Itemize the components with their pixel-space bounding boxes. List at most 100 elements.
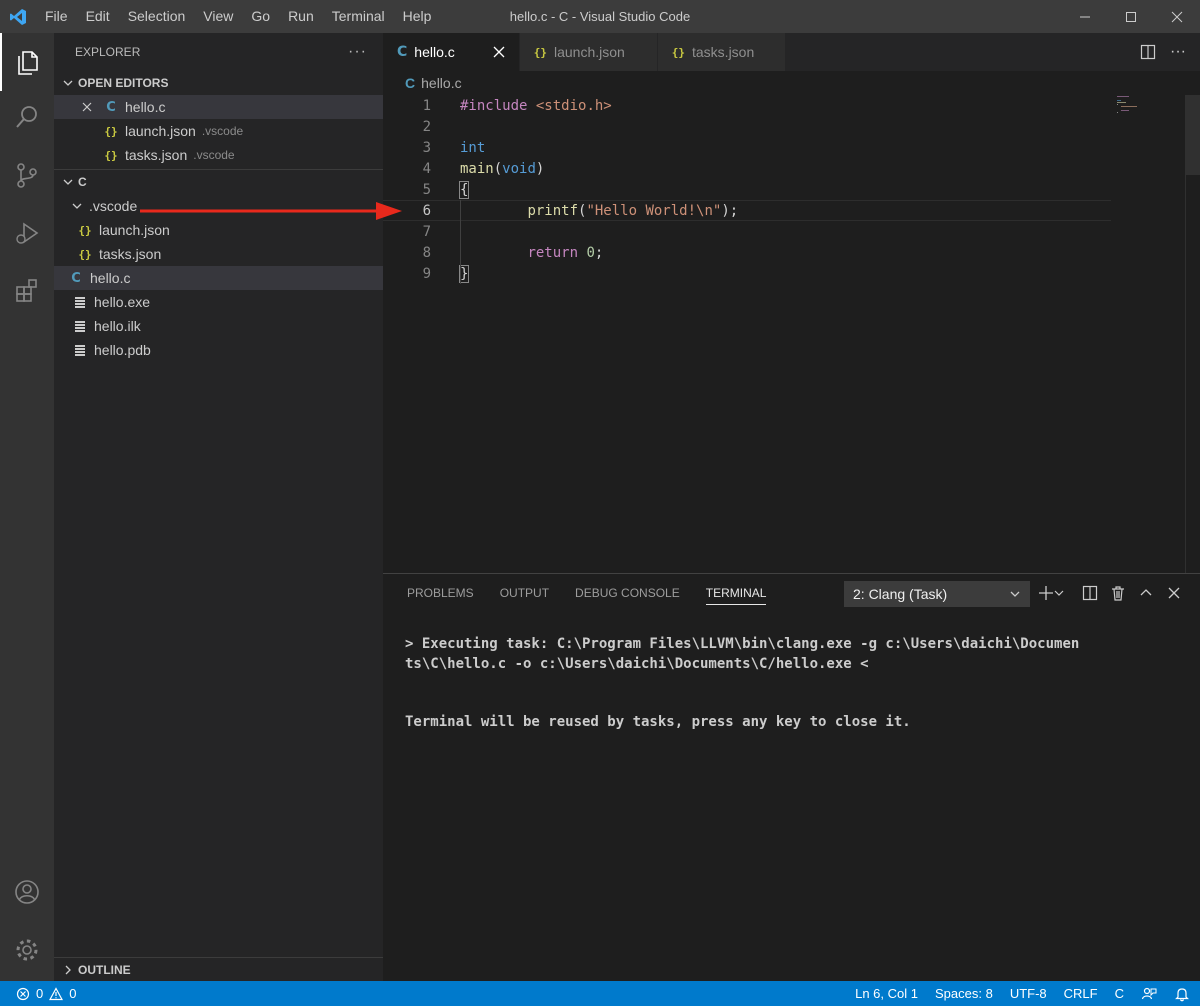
encoding[interactable]: UTF-8 — [1010, 986, 1047, 1001]
terminal-output[interactable]: > Executing task: C:\Program Files\LLVM\… — [405, 634, 1185, 732]
window-controls — [1062, 0, 1200, 33]
menu-go[interactable]: Go — [242, 0, 279, 33]
tree-item-name: hello.pdb — [94, 342, 151, 358]
code-token: ; — [594, 244, 604, 261]
terminal-select-dropdown[interactable]: 2: Clang (Task) — [844, 581, 1030, 607]
menu-help[interactable]: Help — [394, 0, 441, 33]
tab-terminal[interactable]: TERMINAL — [705, 574, 766, 612]
code-line: 8 return 0; — [383, 242, 1111, 263]
account-icon — [15, 880, 39, 904]
tree-file-hello-c[interactable]: C hello.c — [54, 266, 383, 290]
terminal-line: > Executing task: C:\Program Files\LLVM\… — [405, 636, 1080, 652]
code-text: main(void) — [460, 161, 544, 177]
code-editor[interactable]: 1 #include <stdio.h> 2 3 int 4 main(void… — [383, 95, 1200, 573]
indentation[interactable]: Spaces: 8 — [935, 986, 993, 1001]
close-icon[interactable] — [493, 46, 505, 58]
json-file-icon: {} — [78, 247, 92, 261]
json-file-icon: {} — [104, 124, 118, 138]
close-window-button[interactable] — [1154, 0, 1200, 33]
tree-file-hello-ilk[interactable]: hello.ilk — [54, 314, 383, 338]
status-bar: 0 0 Ln 6, Col 1 Spaces: 8 UTF-8 CRLF C — [0, 981, 1200, 1006]
language-mode[interactable]: C — [1115, 986, 1124, 1001]
problems-status[interactable]: 0 0 — [0, 986, 76, 1001]
notifications-icon[interactable] — [1174, 986, 1190, 1002]
chevron-down-icon — [72, 201, 84, 211]
tree-file-launch-json[interactable]: {} launch.json — [54, 218, 383, 242]
maximize-button[interactable] — [1108, 0, 1154, 33]
vscode-logo-icon — [0, 0, 36, 33]
gear-icon — [16, 939, 38, 961]
explorer-activity-button[interactable] — [0, 33, 54, 91]
code-line: 7 — [383, 221, 1111, 242]
code-text: return 0; — [460, 245, 603, 261]
tree-item-name: hello.ilk — [94, 318, 141, 334]
more-actions-icon[interactable]: ··· — [1170, 43, 1186, 61]
close-panel-button[interactable] — [1166, 585, 1182, 601]
open-editors-section-header[interactable]: OPEN EDITORS — [54, 71, 383, 95]
c-file-icon: C — [106, 99, 116, 115]
menu-file[interactable]: File — [36, 0, 77, 33]
line-number: 5 — [422, 181, 431, 198]
feedback-icon[interactable] — [1141, 986, 1157, 1002]
search-activity-button[interactable] — [0, 88, 54, 146]
menu-edit[interactable]: Edit — [77, 0, 119, 33]
tree-file-hello-exe[interactable]: hello.exe — [54, 290, 383, 314]
tab-output[interactable]: OUTPUT — [500, 574, 549, 612]
minimize-button[interactable] — [1062, 0, 1108, 33]
tab-hello-c[interactable]: C hello.c — [383, 33, 520, 71]
tab-launch-json[interactable]: {} launch.json — [519, 33, 658, 71]
breadcrumb-file[interactable]: hello.c — [421, 75, 461, 91]
kill-terminal-button[interactable] — [1110, 585, 1126, 601]
menu-terminal[interactable]: Terminal — [323, 0, 394, 33]
file-icon — [75, 320, 85, 332]
c-file-icon: C — [405, 75, 416, 91]
end-of-line[interactable]: CRLF — [1064, 986, 1098, 1001]
file-icon — [75, 344, 85, 356]
code-token: "Hello World!\n" — [586, 202, 722, 219]
chevron-down-icon — [1054, 590, 1064, 596]
tab-tasks-json[interactable]: {} tasks.json — [657, 33, 786, 71]
split-terminal-button[interactable] — [1082, 585, 1098, 601]
tree-file-tasks-json[interactable]: {} tasks.json — [54, 242, 383, 266]
menu-selection[interactable]: Selection — [119, 0, 195, 33]
run-debug-activity-button[interactable] — [0, 204, 54, 262]
new-terminal-button[interactable] — [1038, 585, 1064, 601]
open-editor-item-hello-c[interactable]: C hello.c — [54, 95, 383, 119]
outline-section-header[interactable]: OUTLINE — [54, 958, 383, 982]
open-editor-item-launch-json[interactable]: {} launch.json .vscode — [54, 119, 383, 143]
minimap[interactable] — [1117, 95, 1187, 115]
code-text: int — [460, 140, 485, 156]
open-editor-folder: .vscode — [201, 124, 244, 138]
chevron-down-icon — [60, 78, 76, 88]
explorer-sidebar: EXPLORER ··· OPEN EDITORS C hello.c {} l… — [54, 33, 383, 981]
code-token: ) — [535, 160, 545, 177]
split-editor-icon[interactable] — [1140, 44, 1156, 60]
folder-section-header[interactable]: C — [54, 170, 383, 194]
tab-problems[interactable]: PROBLEMS — [407, 574, 474, 612]
manage-activity-button[interactable] — [0, 921, 54, 979]
source-control-activity-button[interactable] — [0, 146, 54, 204]
extensions-activity-button[interactable] — [0, 262, 54, 320]
code-line: 2 — [383, 116, 1111, 137]
error-count: 0 — [36, 986, 44, 1001]
accounts-activity-button[interactable] — [0, 863, 54, 921]
open-editor-item-tasks-json[interactable]: {} tasks.json .vscode — [54, 143, 383, 167]
menu-view[interactable]: View — [194, 0, 242, 33]
cursor-position[interactable]: Ln 6, Col 1 — [855, 986, 918, 1001]
close-icon[interactable] — [81, 101, 97, 113]
menu-run[interactable]: Run — [279, 0, 323, 33]
explorer-header: EXPLORER ··· — [54, 33, 383, 71]
editor-scrollbar[interactable] — [1186, 95, 1200, 175]
tab-debug-console[interactable]: DEBUG CONSOLE — [575, 574, 680, 612]
maximize-panel-button[interactable] — [1138, 585, 1154, 601]
tree-file-hello-pdb[interactable]: hello.pdb — [54, 338, 383, 362]
title-bar: File Edit Selection View Go Run Terminal… — [0, 0, 1200, 33]
warning-icon — [49, 986, 64, 1000]
chevron-down-icon — [1009, 588, 1021, 600]
bottom-panel: PROBLEMS OUTPUT DEBUG CONSOLE TERMINAL 2… — [383, 573, 1200, 981]
menu-bar: File Edit Selection View Go Run Terminal… — [36, 0, 440, 33]
matched-bracket: } — [458, 264, 470, 283]
more-actions-icon[interactable]: ··· — [348, 43, 367, 61]
tree-item-name: tasks.json — [99, 246, 162, 262]
